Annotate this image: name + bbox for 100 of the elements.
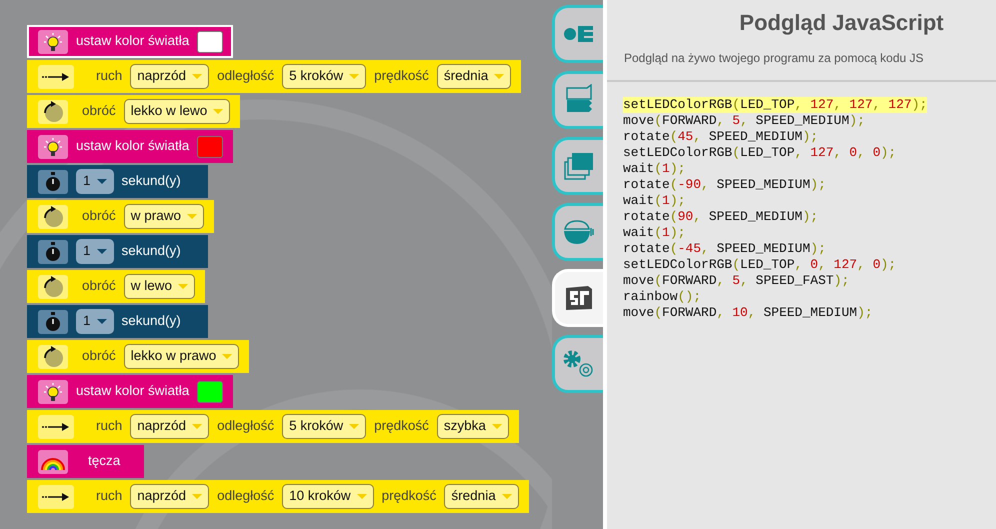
dropdown[interactable]: średnia xyxy=(444,484,519,509)
block-label: obróć xyxy=(82,277,116,296)
rotate-icon xyxy=(42,206,64,228)
dropdown[interactable]: 1 xyxy=(76,309,114,334)
screens-icon xyxy=(564,151,594,181)
caret-icon xyxy=(494,74,504,79)
dropdown[interactable]: naprzód xyxy=(130,484,210,509)
block-label: prędkość xyxy=(374,67,429,86)
dropdown[interactable]: w lewo xyxy=(124,274,196,299)
rotate-block[interactable]: obróć lekko w lewo xyxy=(27,95,240,128)
caret-icon xyxy=(96,179,107,184)
caret-icon xyxy=(192,424,202,429)
code-line: rotate(-45, SPEED_MEDIUM); xyxy=(623,241,826,257)
block-label: ustaw kolor światła xyxy=(76,32,190,50)
block-label: odległość xyxy=(217,67,274,86)
block-label: ustaw kolor światła xyxy=(76,382,190,400)
dropdown[interactable]: 10 kroków xyxy=(282,484,374,509)
dropdown[interactable]: szybka xyxy=(436,414,509,439)
block-label: odległość xyxy=(217,487,274,506)
stopwatch-icon xyxy=(45,312,61,332)
caret-icon xyxy=(222,354,232,359)
block-label: sekund(y) xyxy=(122,172,181,190)
light-block[interactable]: ustaw kolor światła xyxy=(27,25,234,58)
light-bulb-icon xyxy=(43,32,63,52)
caret-icon xyxy=(356,494,367,499)
block-label: prędkość xyxy=(374,417,429,436)
stopwatch-icon xyxy=(45,242,61,262)
code-line: rotate(45, SPEED_MEDIUM); xyxy=(623,129,818,145)
caret-icon xyxy=(492,424,502,429)
move-block[interactable]: ruch naprzód odległość 10 kroków prędkość średnia xyxy=(27,480,529,513)
light-block[interactable]: ustaw kolor światła xyxy=(27,130,234,163)
light-bulb-icon xyxy=(43,136,63,156)
block-label: odległość xyxy=(217,417,274,436)
code-line: wait(1); xyxy=(623,161,686,177)
blocks-icon xyxy=(563,24,595,44)
dropdown[interactable]: naprzód xyxy=(130,64,210,89)
dropdown[interactable]: średnia xyxy=(436,64,512,89)
dropdown[interactable]: lekko w lewo xyxy=(124,99,230,124)
dropdown[interactable]: lekko w prawo xyxy=(124,344,240,369)
move-block[interactable]: ruch naprzód odległość 5 kroków prędkość średnia xyxy=(27,60,522,93)
light-bulb-icon xyxy=(43,382,63,402)
code-line: rainbow(); xyxy=(623,289,702,305)
block-label: obróć xyxy=(82,347,116,366)
caret-icon xyxy=(192,494,202,499)
block-label: ruch xyxy=(96,417,122,436)
code-cube-icon xyxy=(565,285,593,311)
code-line: move(FORWARD, 5, SPEED_FAST); xyxy=(623,273,850,289)
code-line: rotate(-90, SPEED_MEDIUM); xyxy=(623,177,826,193)
caret-icon xyxy=(96,249,107,254)
move-block[interactable]: ruch naprzód odległość 5 kroków prędkość szybka xyxy=(27,410,519,443)
dropdown[interactable]: 5 kroków xyxy=(282,414,366,439)
block-label: obróć xyxy=(82,207,116,226)
caret-icon xyxy=(349,424,360,429)
block-label: ruch xyxy=(96,487,122,506)
block-label: ruch xyxy=(96,67,122,86)
color-swatch[interactable] xyxy=(197,380,224,402)
caret-icon xyxy=(187,214,198,219)
color-swatch[interactable] xyxy=(197,30,224,52)
wait-block[interactable]: 1 sekund(y) xyxy=(27,235,208,268)
code-line: setLEDColorRGB(LED_TOP, 0, 127, 0); xyxy=(623,257,896,273)
block-label: sekund(y) xyxy=(122,312,181,330)
caret-icon xyxy=(96,319,107,324)
rotate-block[interactable]: obróć lekko w prawo xyxy=(27,340,250,373)
caret-icon xyxy=(178,284,188,289)
dropdown[interactable]: 1 xyxy=(76,239,114,264)
block-label: prędkość xyxy=(382,487,436,506)
caret-icon xyxy=(349,74,360,79)
rotate-icon xyxy=(42,276,64,298)
code-line: rotate(90, SPEED_MEDIUM); xyxy=(623,209,818,225)
code-line: wait(1); xyxy=(623,193,686,209)
code-line: wait(1); xyxy=(623,225,686,241)
rotate-block[interactable]: obróć w lewo xyxy=(27,270,206,303)
dropdown[interactable]: w prawo xyxy=(124,204,204,229)
caret-icon xyxy=(213,109,224,114)
dropdown[interactable]: 1 xyxy=(76,169,114,194)
code-line: move(FORWARD, 10, SPEED_MEDIUM); xyxy=(623,305,873,321)
rotate-icon xyxy=(42,346,64,368)
rainbow-block[interactable]: tęcza xyxy=(27,445,144,478)
arrow-icon xyxy=(42,492,70,502)
block-label: tęcza xyxy=(88,452,120,470)
dropdown[interactable]: 5 kroków xyxy=(282,64,366,89)
dropdown[interactable]: naprzód xyxy=(130,414,210,439)
color-swatch[interactable] xyxy=(197,136,224,158)
arrow-icon xyxy=(42,422,70,432)
rotate-block[interactable]: obróć w prawo xyxy=(27,200,214,233)
block-label: obróć xyxy=(82,102,116,120)
arrow-icon xyxy=(42,72,70,82)
code-line: setLEDColorRGB(LED_TOP, 127, 0, 0); xyxy=(623,145,896,161)
stopwatch-icon xyxy=(45,172,61,192)
light-block[interactable]: ustaw kolor światła xyxy=(27,375,234,408)
code-line: move(FORWARD, 5, SPEED_MEDIUM); xyxy=(623,113,865,129)
caret-icon xyxy=(502,494,512,499)
panel-title: Podgląd JavaScript xyxy=(738,9,945,37)
panel-subtitle: Podgląd na żywo twojego programu za pomocą kodu JS xyxy=(624,50,925,67)
block-label: sekund(y) xyxy=(122,242,181,260)
rotate-icon xyxy=(42,100,64,122)
block-label: ustaw kolor światła xyxy=(76,137,190,156)
wait-block[interactable]: 1 sekund(y) xyxy=(27,165,208,198)
wait-block[interactable]: 1 sekund(y) xyxy=(27,305,208,338)
caret-icon xyxy=(192,74,202,79)
